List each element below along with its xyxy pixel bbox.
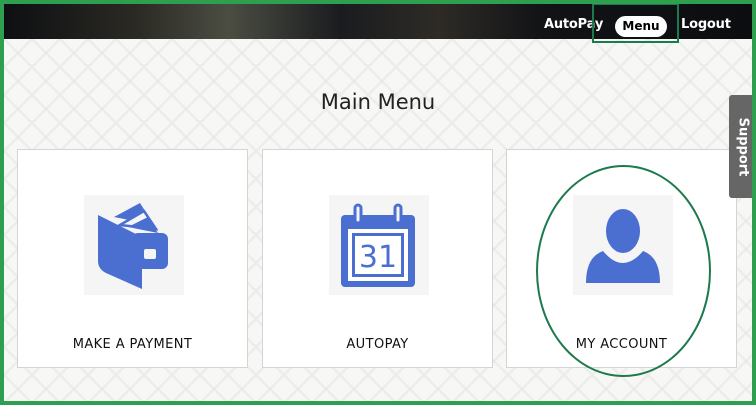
page-title: Main Menu [320, 90, 436, 114]
menu-highlight-box [592, 3, 679, 43]
support-label: Support [735, 117, 750, 176]
autopay-card[interactable]: 31 AUTOPAY [262, 149, 493, 368]
wallet-icon [84, 195, 184, 295]
calendar-day-text: 31 [359, 240, 397, 275]
make-payment-card[interactable]: MAKE A PAYMENT [17, 149, 248, 368]
my-account-label: MY ACCOUNT [575, 337, 668, 352]
support-tab[interactable]: Support [729, 95, 756, 198]
make-payment-label: MAKE A PAYMENT [72, 337, 193, 352]
autopay-label: AUTOPAY [346, 337, 409, 352]
my-account-card[interactable]: MY ACCOUNT [506, 149, 737, 368]
nav-logout-link[interactable]: Logout [681, 17, 731, 32]
user-icon [573, 195, 673, 295]
calendar-icon: 31 [329, 195, 429, 295]
